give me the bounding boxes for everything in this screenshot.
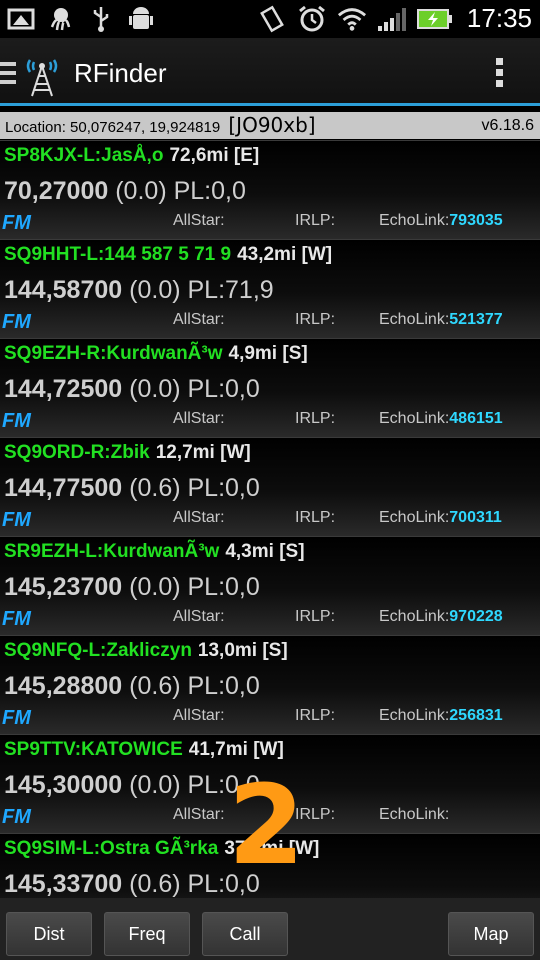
repeater-frequency: 145,33700 (0.6) PL:0,0: [4, 870, 260, 898]
overflow-menu-icon[interactable]: [496, 58, 504, 88]
repeater-callsign: SP8KJX-L:JasÅ‚o 72,6mi [E]: [4, 145, 260, 166]
repeater-mode: FM: [2, 608, 31, 630]
echolink-label: EchoLink:793035: [379, 212, 503, 229]
status-time: 17:35: [466, 3, 532, 33]
allstar-label: AllStar:: [173, 212, 225, 229]
antenna-tower-icon[interactable]: [22, 50, 62, 98]
irlp-label: IRLP:: [295, 311, 336, 328]
repeater-mode: FM: [2, 806, 31, 828]
repeater-distance: 4,9mi [S]: [228, 343, 308, 364]
echolink-node: 970228: [449, 608, 503, 625]
echolink-node: 486151: [449, 410, 503, 427]
echolink-node: 793035: [449, 212, 503, 229]
battery-charging-icon: [416, 4, 453, 34]
repeater-callsign: SQ9EZH-R:KurdwanÃ³w 4,9mi [S]: [4, 343, 308, 364]
repeater-frequency: 144,58700 (0.0) PL:71,9: [4, 276, 274, 304]
menu-icon[interactable]: [0, 62, 16, 84]
repeater-distance: 13,0mi [S]: [197, 640, 288, 661]
sort-call-button[interactable]: Call: [202, 912, 288, 956]
repeater-row[interactable]: SQ9ORD-R:Zbik 12,7mi [W] 144,77500 (0.6) …: [0, 437, 540, 536]
action-bar: RFinder: [0, 38, 540, 106]
repeater-mode: FM: [2, 311, 31, 333]
octopus-icon: [46, 4, 76, 34]
repeater-mode: FM: [2, 212, 31, 234]
repeater-row[interactable]: SR9EZH-L:KurdwanÃ³w 4,3mi [S] 145,23700 (…: [0, 536, 540, 635]
map-button[interactable]: Map: [448, 912, 534, 956]
repeater-distance: 72,6mi [E]: [169, 145, 260, 166]
screenshot-icon: [6, 4, 36, 34]
irlp-label: IRLP:: [295, 509, 336, 526]
app-title: RFinder: [74, 58, 167, 88]
signal-icon: [377, 4, 407, 34]
grid-locator: [JO90xb]: [228, 113, 316, 137]
usb-icon: [86, 4, 116, 34]
bottom-toolbar: Dist Freq Call Map: [0, 898, 540, 960]
repeater-callsign: SQ9NFQ-L:Zakliczyn 13,0mi [S]: [4, 640, 288, 661]
repeater-mode: FM: [2, 509, 31, 531]
allstar-label: AllStar:: [173, 311, 225, 328]
echolink-label: EchoLink:: [379, 806, 450, 823]
echolink-label: EchoLink:700311: [379, 509, 502, 526]
echolink-label: EchoLink:256831: [379, 707, 503, 724]
echolink-node: 256831: [449, 707, 503, 724]
app-version: v6.18.6: [481, 117, 534, 134]
echolink-node: 700311: [449, 509, 502, 526]
repeater-callsign: SQ9ORD-R:Zbik 12,7mi [W]: [4, 442, 251, 463]
allstar-label: AllStar:: [173, 608, 225, 625]
repeater-callsign: SR9EZH-L:KurdwanÃ³w 4,3mi [S]: [4, 541, 305, 562]
repeater-distance: 12,7mi [W]: [155, 442, 251, 463]
irlp-label: IRLP:: [295, 410, 336, 427]
status-bar: 17:35: [0, 0, 540, 38]
echolink-label: EchoLink:486151: [379, 410, 503, 427]
echolink-node: 521377: [449, 311, 503, 328]
repeater-row[interactable]: SQ9HHT-L:144 587 5 71 9 43,2mi [W] 144,58…: [0, 239, 540, 338]
repeater-frequency: 70,27000 (0.0) PL:0,0: [4, 177, 246, 205]
alarm-icon: [297, 4, 327, 34]
repeater-row[interactable]: SP8KJX-L:JasÅ‚o 72,6mi [E] 70,27000 (0.0)…: [0, 140, 540, 239]
repeater-mode: FM: [2, 707, 31, 729]
irlp-label: IRLP:: [295, 212, 336, 229]
allstar-label: AllStar:: [173, 509, 225, 526]
repeater-frequency: 145,30000 (0.0) PL:0,0: [4, 771, 260, 799]
repeater-row[interactable]: SQ9EZH-R:KurdwanÃ³w 4,9mi [S] 144,72500 (…: [0, 338, 540, 437]
repeater-distance: 4,3mi [S]: [225, 541, 305, 562]
sort-freq-button[interactable]: Freq: [104, 912, 190, 956]
allstar-label: AllStar:: [173, 410, 225, 427]
android-debug-icon: [126, 4, 156, 34]
echolink-label: EchoLink:521377: [379, 311, 503, 328]
repeater-mode: FM: [2, 410, 31, 432]
repeater-distance: 41,7mi [W]: [188, 739, 284, 760]
repeater-callsign: SQ9HHT-L:144 587 5 71 9 43,2mi [W]: [4, 244, 333, 265]
repeater-frequency: 144,72500 (0.0) PL:0,0: [4, 375, 260, 403]
repeater-frequency: 145,23700 (0.0) PL:0,0: [4, 573, 260, 601]
repeater-row[interactable]: SQ9NFQ-L:Zakliczyn 13,0mi [S] 145,28800 (…: [0, 635, 540, 734]
location-bar: Location: 50,076247, 19,924819 [JO90xb] …: [0, 112, 540, 139]
repeater-frequency: 144,77500 (0.6) PL:0,0: [4, 474, 260, 502]
location-coordinates: Location: 50,076247, 19,924819: [5, 119, 221, 136]
irlp-label: IRLP:: [295, 608, 336, 625]
sort-dist-button[interactable]: Dist: [6, 912, 92, 956]
wifi-icon: [337, 4, 367, 34]
repeater-distance: 43,2mi [W]: [237, 244, 333, 265]
allstar-label: AllStar:: [173, 707, 225, 724]
echolink-label: EchoLink:970228: [379, 608, 503, 625]
allstar-label: AllStar:: [173, 806, 225, 823]
irlp-label: IRLP:: [295, 707, 336, 724]
rotate-icon: [257, 4, 287, 34]
repeater-frequency: 145,28800 (0.6) PL:0,0: [4, 672, 260, 700]
repeater-callsign: SP9TTV:KATOWICE 41,7mi [W]: [4, 739, 284, 760]
overlay-number: 2: [228, 761, 305, 889]
